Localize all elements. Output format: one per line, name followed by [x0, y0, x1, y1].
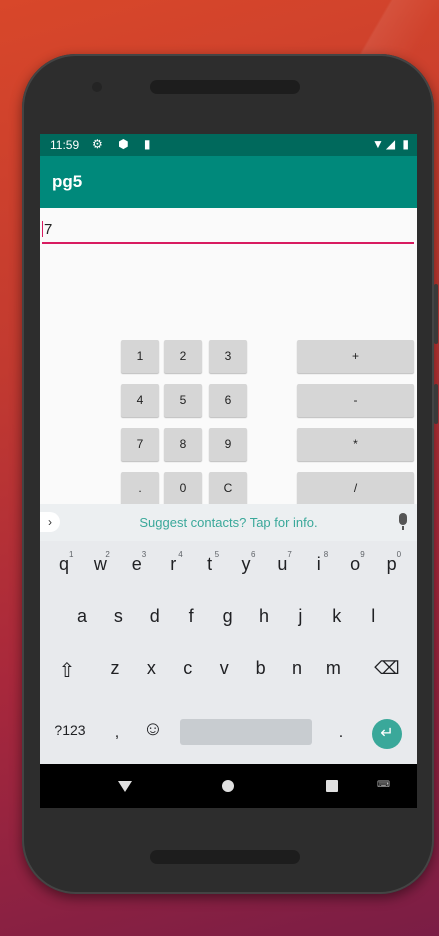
key-x[interactable]: x — [136, 658, 166, 679]
key-d[interactable]: d — [140, 606, 170, 627]
app-bar: pg5 — [40, 156, 417, 208]
key-f[interactable]: f — [176, 606, 206, 627]
key-a[interactable]: a — [67, 606, 97, 627]
key-s[interactable]: s — [103, 606, 133, 627]
notification-icons: ⚙ ⬢ ▮ — [92, 137, 157, 151]
key-hint-7: 7 — [287, 550, 292, 559]
front-camera — [92, 82, 102, 92]
digit-1-button[interactable]: 1 — [121, 340, 159, 373]
key-n[interactable]: n — [282, 658, 312, 679]
key-hint-3: 3 — [141, 550, 147, 559]
comma-key[interactable]: , — [102, 724, 132, 742]
microphone-icon[interactable] — [399, 513, 407, 530]
key-hint-2: 2 — [105, 550, 110, 559]
soft-keyboard: › Suggest contacts? Tap for info. q1 w2 e3… — [40, 504, 417, 764]
digit-2-button[interactable]: 2 — [164, 340, 202, 373]
emoji-key[interactable]: ☺ — [138, 718, 168, 741]
back-icon[interactable] — [118, 781, 132, 792]
key-u[interactable]: u — [267, 554, 297, 575]
key-hint-8: 8 — [323, 550, 329, 559]
key-hint-4: 4 — [178, 550, 183, 559]
key-hint-9: 9 — [360, 550, 365, 559]
subtract-button[interactable]: - — [297, 384, 414, 417]
key-hint-6: 6 — [251, 550, 256, 559]
symbols-key[interactable]: ?123 — [50, 722, 90, 738]
input-value: 7 — [44, 221, 53, 238]
status-time: 11:59 — [50, 138, 80, 152]
key-e[interactable]: e — [122, 554, 152, 575]
status-bar: 11:59 ⚙ ⬢ ▮ ▼◢ ▮ — [40, 134, 417, 156]
key-q[interactable]: q — [49, 554, 79, 575]
key-v[interactable]: v — [209, 658, 239, 679]
key-z[interactable]: z — [100, 658, 130, 679]
app-title: pg5 — [52, 172, 83, 191]
navigation-bar: ⌨ — [40, 764, 417, 808]
key-m[interactable]: m — [318, 658, 348, 679]
digit-0-button[interactable]: 0 — [164, 472, 202, 505]
suggestion-strip: › Suggest contacts? Tap for info. — [40, 504, 417, 541]
key-w[interactable]: w — [85, 554, 115, 575]
recent-apps-icon[interactable] — [326, 780, 338, 792]
result-input[interactable]: 7 — [42, 218, 414, 244]
key-g[interactable]: g — [213, 606, 243, 627]
clear-button[interactable]: C — [209, 472, 247, 505]
key-i[interactable]: i — [304, 554, 334, 575]
key-c[interactable]: c — [173, 658, 203, 679]
key-hint-0: 0 — [396, 550, 402, 559]
shift-key[interactable]: ⇧ — [52, 658, 82, 683]
key-b[interactable]: b — [246, 658, 276, 679]
key-hint-1: 1 — [69, 550, 74, 559]
key-r[interactable]: r — [158, 554, 188, 575]
key-o[interactable]: o — [340, 554, 370, 575]
add-button[interactable]: + — [297, 340, 414, 373]
key-y[interactable]: y — [231, 554, 261, 575]
volume-button[interactable] — [434, 284, 438, 344]
suggestion-text[interactable]: Suggest contacts? Tap for info. — [40, 515, 417, 530]
digit-5-button[interactable]: 5 — [164, 384, 202, 417]
key-h[interactable]: h — [249, 606, 279, 627]
space-key[interactable] — [180, 719, 312, 745]
digit-7-button[interactable]: 7 — [121, 428, 159, 461]
key-hint-5: 5 — [214, 550, 220, 559]
signal-battery-icons: ▼◢ ▮ — [371, 137, 411, 151]
key-p[interactable]: p — [377, 554, 407, 575]
digit-6-button[interactable]: 6 — [209, 384, 247, 417]
earpiece-speaker — [150, 80, 300, 94]
text-cursor — [42, 221, 43, 237]
period-key[interactable]: . — [326, 724, 356, 742]
digit-8-button[interactable]: 8 — [164, 428, 202, 461]
digit-4-button[interactable]: 4 — [121, 384, 159, 417]
home-icon[interactable] — [222, 780, 234, 792]
keyboard-switch-icon[interactable]: ⌨ — [377, 779, 390, 790]
enter-key[interactable]: ↵ — [372, 719, 402, 749]
digit-9-button[interactable]: 9 — [209, 428, 247, 461]
backspace-key[interactable]: ⌫ — [372, 658, 402, 679]
device-screen: 11:59 ⚙ ⬢ ▮ ▼◢ ▮ pg5 7 1 2 3 4 5 6 7 8 9… — [40, 134, 417, 808]
key-j[interactable]: j — [285, 606, 315, 627]
bottom-speaker — [150, 850, 300, 864]
key-k[interactable]: k — [322, 606, 352, 627]
key-t[interactable]: t — [195, 554, 225, 575]
key-l[interactable]: l — [358, 606, 388, 627]
digit-3-button[interactable]: 3 — [209, 340, 247, 373]
decimal-button[interactable]: . — [121, 472, 159, 505]
multiply-button[interactable]: * — [297, 428, 414, 461]
power-button[interactable] — [434, 384, 438, 424]
divide-button[interactable]: / — [297, 472, 414, 505]
